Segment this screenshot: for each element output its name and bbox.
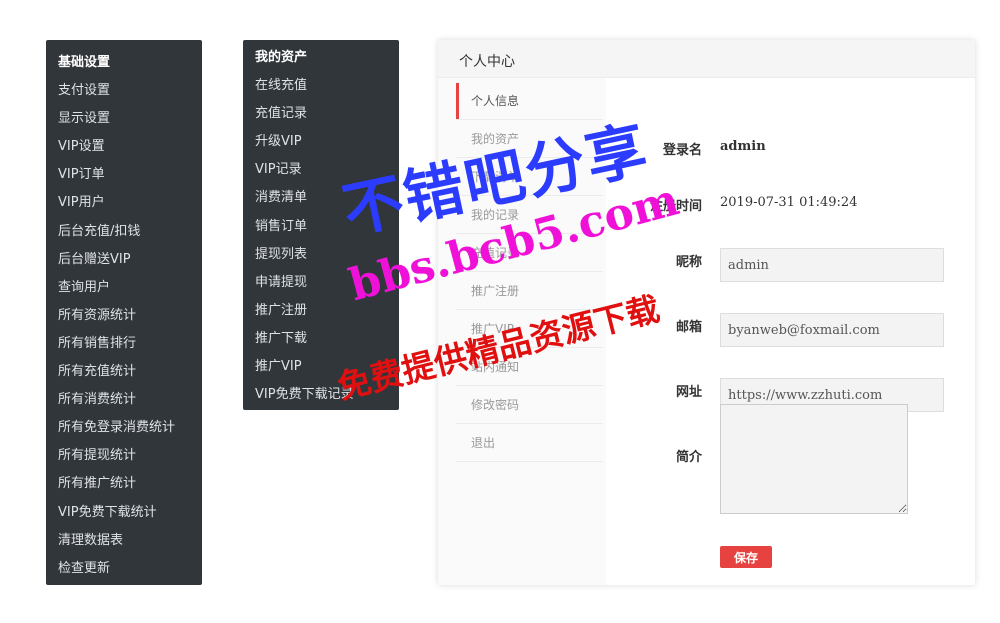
side-nav-my-records[interactable]: 我的记录 bbox=[456, 196, 603, 234]
menu-item-recharge-records[interactable]: 充值记录 bbox=[243, 100, 399, 128]
side-nav-my-assets[interactable]: 我的资产 bbox=[456, 120, 603, 158]
save-button[interactable]: 保存 bbox=[720, 546, 772, 568]
menu-item-consumption-stats[interactable]: 所有消费统计 bbox=[46, 386, 202, 414]
email-input[interactable] bbox=[720, 313, 944, 347]
side-nav-site-notices[interactable]: 站内通知 bbox=[456, 348, 603, 386]
user-center-panel: 个人中心 个人信息 我的资产 下载清单 我的记录 充值记录 推广注册 推广VIP… bbox=[438, 40, 975, 585]
menu-item-recharge-stats[interactable]: 所有充值统计 bbox=[46, 358, 202, 386]
menu-item-admin-gift-vip[interactable]: 后台赠送VIP bbox=[46, 246, 202, 274]
menu-item-vip-free-download-stats[interactable]: VIP免费下载统计 bbox=[46, 499, 202, 527]
menu-item-vip-users[interactable]: VIP用户 bbox=[46, 189, 202, 217]
menu-item-promote-vip[interactable]: 推广VIP bbox=[243, 353, 399, 381]
nickname-input[interactable] bbox=[720, 248, 944, 282]
menu-item-clean-tables[interactable]: 清理数据表 bbox=[46, 527, 202, 555]
side-nav-personal-info[interactable]: 个人信息 bbox=[456, 82, 603, 120]
menu-item-promotion-stats[interactable]: 所有推广统计 bbox=[46, 470, 202, 498]
menu-item-online-recharge[interactable]: 在线充值 bbox=[243, 72, 399, 100]
side-nav-change-password[interactable]: 修改密码 bbox=[456, 386, 603, 424]
regtime-label: 注册时间 bbox=[649, 199, 702, 214]
website-label: 网址 bbox=[675, 385, 702, 400]
menu-item-promote-register[interactable]: 推广注册 bbox=[243, 297, 399, 325]
profile-form: 登录名 admin 注册时间 2019-07-31 01:49:24 昵称 邮箱… bbox=[606, 78, 975, 585]
menu-item-vip-free-download-records[interactable]: VIP免费下载记录 bbox=[243, 381, 399, 409]
menu-item-upgrade-vip[interactable]: 升级VIP bbox=[243, 128, 399, 156]
menu-item-vip-settings[interactable]: VIP设置 bbox=[46, 133, 202, 161]
side-nav-download-list[interactable]: 下载清单 bbox=[456, 158, 603, 196]
username-label: 登录名 bbox=[662, 143, 702, 158]
menu-item-my-assets[interactable]: 我的资产 bbox=[243, 44, 399, 72]
side-nav: 个人信息 我的资产 下载清单 我的记录 充值记录 推广注册 推广VIP 站内通知… bbox=[456, 82, 603, 462]
email-label: 邮箱 bbox=[675, 320, 702, 335]
menu-item-guest-consumption-stats[interactable]: 所有免登录消费统计 bbox=[46, 414, 202, 442]
menu-item-admin-recharge[interactable]: 后台充值/扣钱 bbox=[46, 218, 202, 246]
panel-title: 个人中心 bbox=[438, 40, 975, 78]
admin-settings-menu: 基础设置 支付设置 显示设置 VIP设置 VIP订单 VIP用户 后台充值/扣钱… bbox=[46, 40, 202, 585]
menu-item-payment-settings[interactable]: 支付设置 bbox=[46, 77, 202, 105]
menu-item-check-update[interactable]: 检查更新 bbox=[46, 555, 202, 583]
side-nav-recharge-records[interactable]: 充值记录 bbox=[456, 234, 603, 272]
side-nav-logout[interactable]: 退出 bbox=[456, 424, 603, 462]
menu-item-display-settings[interactable]: 显示设置 bbox=[46, 105, 202, 133]
menu-item-withdraw-list[interactable]: 提现列表 bbox=[243, 241, 399, 269]
side-nav-promote-vip[interactable]: 推广VIP bbox=[456, 310, 603, 348]
menu-item-basic-settings[interactable]: 基础设置 bbox=[46, 49, 202, 77]
menu-item-consumption-list[interactable]: 消费清单 bbox=[243, 184, 399, 212]
regtime-value: 2019-07-31 01:49:24 bbox=[720, 195, 858, 210]
menu-item-vip-orders[interactable]: VIP订单 bbox=[46, 161, 202, 189]
bio-textarea[interactable] bbox=[720, 404, 908, 514]
menu-item-apply-withdraw[interactable]: 申请提现 bbox=[243, 269, 399, 297]
menu-item-sales-ranking[interactable]: 所有销售排行 bbox=[46, 330, 202, 358]
menu-item-sales-orders[interactable]: 销售订单 bbox=[243, 213, 399, 241]
side-nav-promote-register[interactable]: 推广注册 bbox=[456, 272, 603, 310]
menu-item-resource-stats[interactable]: 所有资源统计 bbox=[46, 302, 202, 330]
username-value: admin bbox=[720, 139, 766, 154]
bio-label: 简介 bbox=[675, 450, 702, 465]
nickname-label: 昵称 bbox=[675, 255, 702, 270]
menu-item-withdraw-stats[interactable]: 所有提现统计 bbox=[46, 442, 202, 470]
menu-item-vip-records[interactable]: VIP记录 bbox=[243, 156, 399, 184]
user-assets-menu: 我的资产 在线充值 充值记录 升级VIP VIP记录 消费清单 销售订单 提现列… bbox=[243, 40, 399, 410]
menu-item-promote-download[interactable]: 推广下载 bbox=[243, 325, 399, 353]
menu-item-query-user[interactable]: 查询用户 bbox=[46, 274, 202, 302]
